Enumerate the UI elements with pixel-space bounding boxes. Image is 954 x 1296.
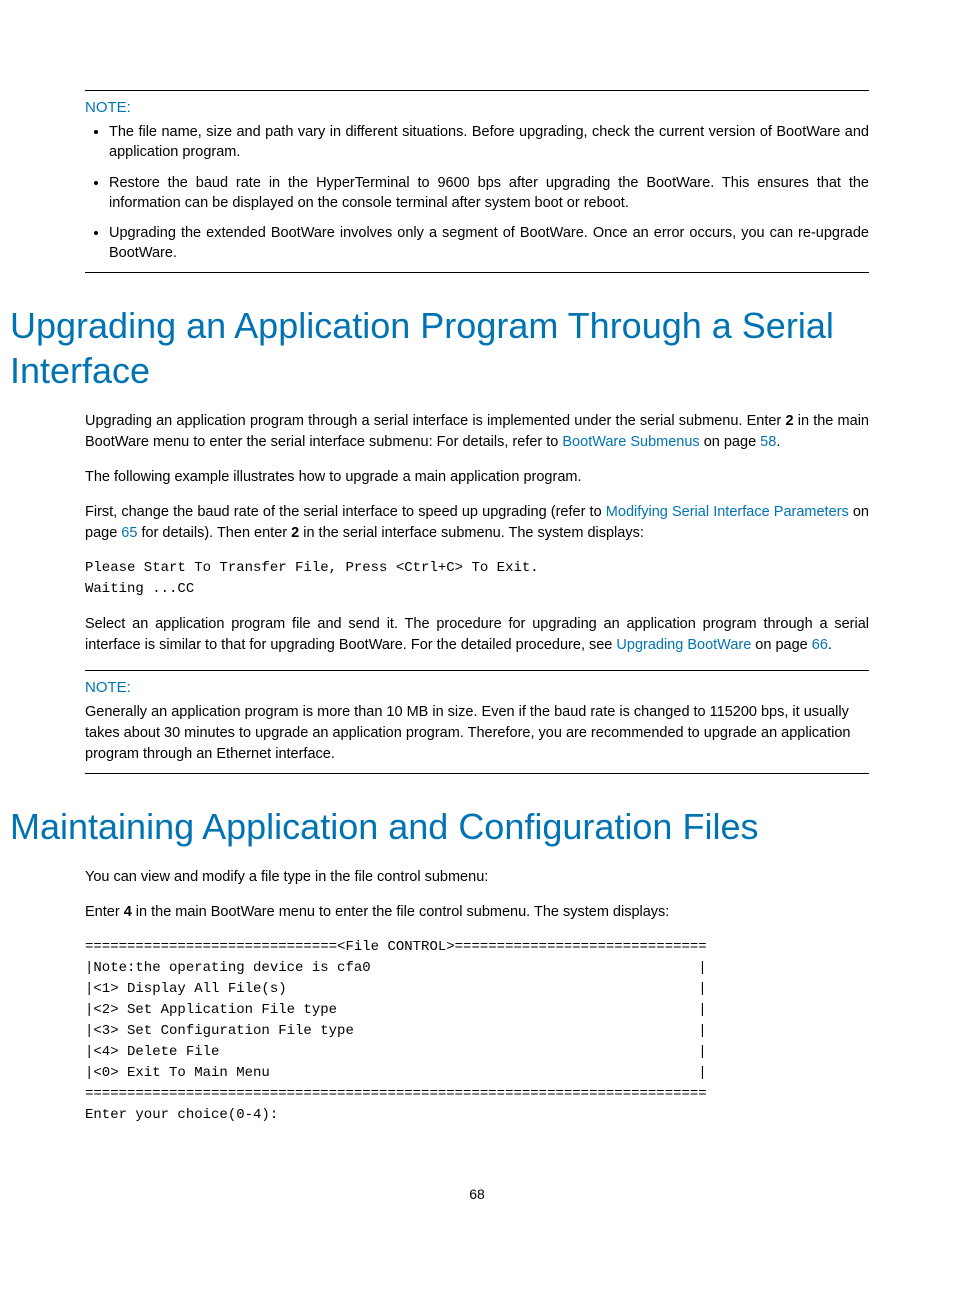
section-heading-upgrading: Upgrading an Application Program Through…: [10, 303, 869, 393]
link-upgrading-bootware[interactable]: Upgrading BootWare: [616, 637, 751, 653]
note-item: Restore the baud rate in the HyperTermin…: [109, 173, 869, 214]
paragraph: Select an application program file and s…: [85, 614, 869, 656]
code-block: Please Start To Transfer File, Press <Ct…: [85, 558, 869, 600]
code-block: ==============================<File CONT…: [85, 937, 869, 1126]
note-box-1: NOTE: The file name, size and path vary …: [85, 90, 869, 273]
note-item: Upgrading the extended BootWare involves…: [109, 223, 869, 264]
paragraph: Upgrading an application program through…: [85, 411, 869, 453]
page-number: 68: [85, 1186, 869, 1202]
paragraph: The following example illustrates how to…: [85, 467, 869, 488]
note-list: The file name, size and path vary in dif…: [85, 122, 869, 264]
page-content: NOTE: The file name, size and path vary …: [0, 0, 954, 1242]
note-item: The file name, size and path vary in dif…: [109, 122, 869, 163]
note-label: NOTE:: [85, 679, 869, 696]
paragraph: First, change the baud rate of the seria…: [85, 502, 869, 544]
link-modifying-serial[interactable]: Modifying Serial Interface Parameters: [606, 504, 849, 520]
note-box-2: NOTE: Generally an application program i…: [85, 670, 869, 774]
note-body: Generally an application program is more…: [85, 702, 869, 765]
link-bootware-submenus[interactable]: BootWare Submenus: [562, 434, 699, 450]
note-label: NOTE:: [85, 99, 869, 116]
paragraph: You can view and modify a file type in t…: [85, 867, 869, 888]
link-page-66[interactable]: 66: [812, 637, 828, 653]
link-page-65[interactable]: 65: [121, 525, 137, 541]
link-page-58[interactable]: 58: [760, 434, 776, 450]
section-heading-maintaining: Maintaining Application and Configuratio…: [10, 804, 869, 849]
paragraph: Enter 4 in the main BootWare menu to ent…: [85, 902, 869, 923]
